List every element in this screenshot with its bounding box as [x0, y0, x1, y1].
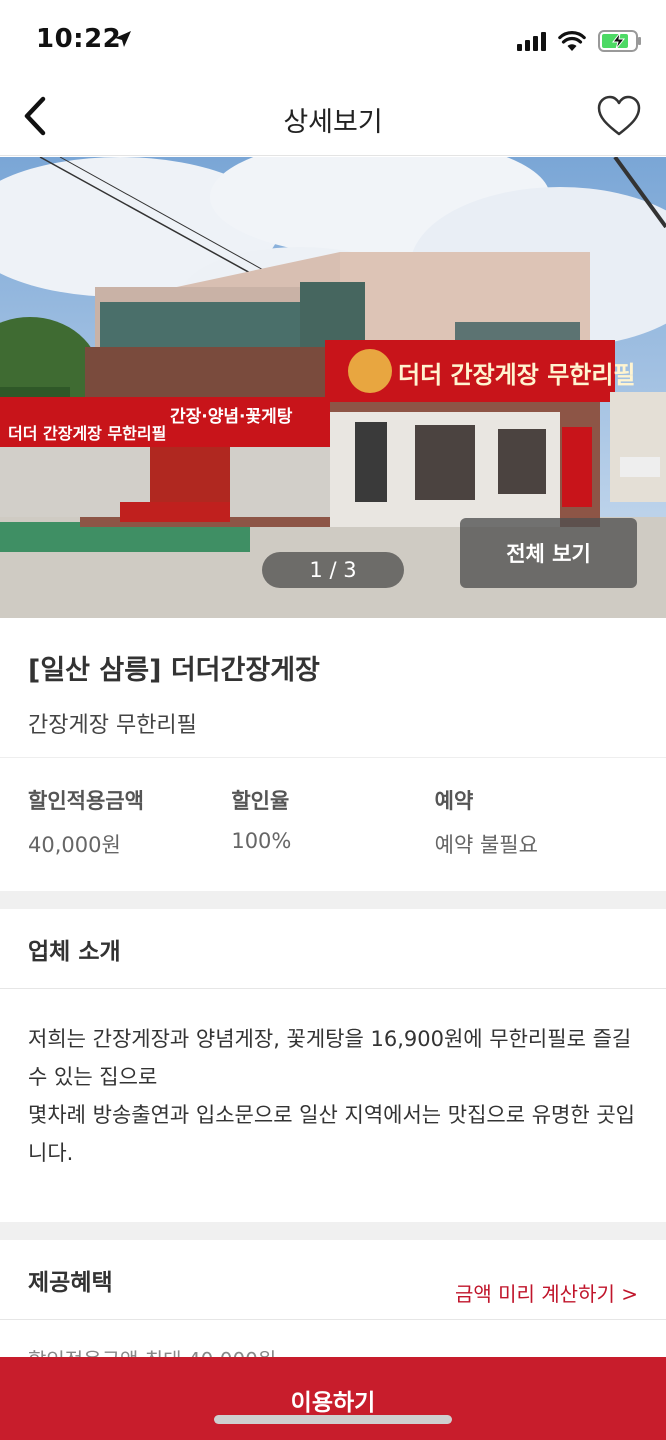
- intro-title: 업체 소개: [28, 938, 121, 965]
- page-title: 상세보기: [283, 107, 383, 138]
- info-discount-rate: 할인율 100%: [231, 785, 434, 891]
- top-nav-bar: 상세보기: [0, 80, 666, 156]
- use-button[interactable]: 이용하기: [0, 1357, 666, 1440]
- status-bar: 10:22: [0, 0, 666, 80]
- view-all-photos-button[interactable]: 전체 보기: [460, 518, 637, 588]
- info-value: 100%: [231, 829, 292, 853]
- svg-text:간장·양념·꽃게탕: 간장·양념·꽃게탕: [170, 406, 293, 427]
- info-value: 예약 불필요: [434, 833, 538, 857]
- svg-text:더더 간장게장 무한리필: 더더 간장게장 무한리필: [398, 361, 636, 389]
- battery-charging-icon: [598, 30, 641, 52]
- info-label: 할인율: [231, 789, 290, 813]
- home-indicator: [214, 1415, 452, 1424]
- svg-text:더더 간장게장 무한리필: 더더 간장게장 무한리필: [8, 424, 166, 443]
- use-button-label: 이용하기: [290, 1390, 376, 1416]
- section-divider: [0, 891, 666, 909]
- calculate-price-link[interactable]: 금액 미리 계산하기 >: [455, 1278, 638, 1307]
- info-label: 할인적용금액: [28, 789, 144, 813]
- store-photo-gallery[interactable]: 더더 간장게장 무한리필 더더 간장게장 무한리필 간장·양념·꽃게탕 1 / …: [0, 157, 666, 618]
- section-divider: [0, 1222, 666, 1240]
- wifi-icon: [558, 31, 586, 51]
- intro-section-header: 업체 소개: [0, 909, 666, 989]
- intro-body: 저희는 간장게장과 양념게장, 꽃게탕을 16,900원에 무한리필로 즐길 수…: [28, 1027, 636, 1165]
- heart-outline-icon[interactable]: [596, 94, 642, 138]
- store-subtitle: 간장게장 무한리필: [28, 713, 197, 738]
- info-label: 예약: [434, 789, 474, 813]
- store-info-row: 할인적용금액 40,000원 할인율 100% 예약 예약 불필요: [0, 759, 666, 891]
- intro-text: 저희는 간장게장과 양념게장, 꽃게탕을 16,900원에 무한리필로 즐길 수…: [28, 1020, 640, 1172]
- store-title-section: [일산 삼릉] 더더간장게장 간장게장 무한리필: [0, 618, 666, 758]
- benefits-title: 제공혜택: [28, 1269, 113, 1296]
- status-time: 10:22: [36, 24, 122, 54]
- info-value: 40,000원: [28, 833, 121, 857]
- image-page-counter: 1 / 3: [262, 552, 404, 588]
- info-discount-amount: 할인적용금액 40,000원: [28, 785, 231, 891]
- store-name: [일산 삼릉] 더더간장게장: [28, 655, 320, 686]
- location-arrow-icon: [115, 31, 131, 47]
- info-reservation: 예약 예약 불필요: [435, 785, 638, 891]
- cellular-signal-icon: [517, 31, 546, 51]
